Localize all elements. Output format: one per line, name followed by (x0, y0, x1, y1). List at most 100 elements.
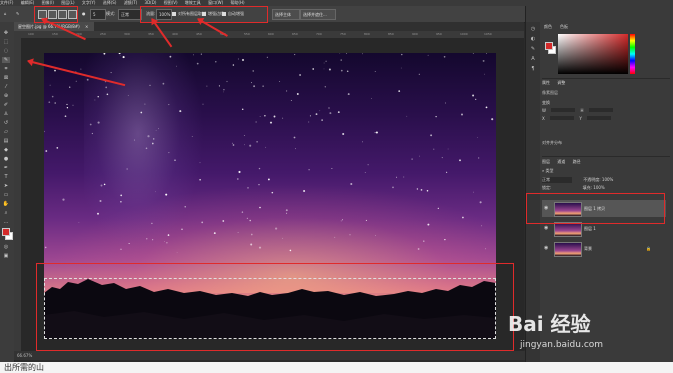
ruler-tick-label: 350 (148, 32, 154, 36)
menu-type[interactable]: 文字(Y) (82, 0, 96, 5)
mode-label: 模式: (106, 11, 116, 16)
frame-tool-icon[interactable]: ⊠ (2, 75, 10, 81)
ruler-tick-label: 600 (268, 32, 274, 36)
align-header[interactable]: 对齐并分布 (542, 140, 670, 146)
h-label: H (580, 108, 584, 113)
paragraph-panel-icon[interactable]: ¶ (529, 66, 537, 72)
character-panel-icon[interactable]: A (529, 56, 537, 62)
foreground-color-swatch[interactable] (2, 228, 10, 236)
screen-mode-icon[interactable]: ▣ (2, 253, 10, 259)
y-label: Y (579, 116, 582, 121)
path-select-tool-icon[interactable]: ➤ (2, 183, 10, 189)
x-field[interactable] (550, 116, 575, 120)
zoom-tool-icon[interactable]: ⌕ (2, 210, 10, 216)
color-picker-field[interactable] (558, 34, 628, 74)
dodge-tool-icon[interactable]: ● (2, 156, 10, 162)
layer-thumbnail (554, 222, 582, 237)
menu-layer[interactable]: 图层(L) (61, 0, 74, 5)
tab-layers[interactable]: 图层 (542, 159, 550, 164)
history-brush-icon[interactable]: ↺ (2, 120, 10, 126)
hand-tool-icon[interactable]: ✋ (2, 201, 10, 207)
menu-3d[interactable]: 3D(D) (145, 0, 157, 5)
ruler-tick-label: 100 (28, 32, 34, 36)
hue-slider[interactable] (630, 34, 635, 74)
mode-select[interactable]: 正常 (118, 9, 142, 20)
ruler-tick-label: 250 (100, 32, 106, 36)
ruler-tick-label: 850 (388, 32, 394, 36)
y-field[interactable] (587, 116, 612, 120)
tool-preset-icon[interactable]: ✎ (16, 9, 19, 19)
blur-tool-icon[interactable]: ◆ (2, 147, 10, 153)
quick-mask-icon[interactable]: ◎ (2, 244, 10, 250)
zoom-level[interactable]: 66.67% (17, 353, 32, 358)
brush-panel-icon[interactable]: ✎ (529, 46, 537, 52)
menu-window[interactable]: 窗口(W) (208, 0, 223, 5)
visibility-eye-icon[interactable]: ◉ (544, 240, 548, 257)
layer-opacity-value[interactable]: 100% (602, 177, 613, 182)
search-icon[interactable]: ⌕ (542, 168, 544, 173)
adjust-panel-icon[interactable]: ◐ (529, 36, 537, 42)
layer-row[interactable]: ◉ 背景 🔒 (542, 240, 666, 257)
tab-color[interactable]: 颜色 (544, 23, 552, 30)
gradient-tool-icon[interactable]: ▤ (2, 138, 10, 144)
divider (542, 156, 670, 157)
fill-value[interactable]: 100% (593, 185, 604, 190)
ruler-tick-label: 950 (436, 32, 442, 36)
tab-channels[interactable]: 通道 (557, 159, 565, 164)
stamp-tool-icon[interactable]: ♙ (2, 111, 10, 117)
menu-view[interactable]: 视图(V) (164, 0, 178, 5)
shape-tool-icon[interactable]: ▭ (2, 192, 10, 198)
menu-plugins[interactable]: 增效工具 (185, 0, 201, 5)
tab-adjustments[interactable]: 调整 (557, 80, 565, 85)
status-bar: 66.67% (14, 351, 527, 360)
select-mask-button[interactable]: 选择并遮住... (300, 9, 336, 20)
ruler-tick-label: 650 (292, 32, 298, 36)
blend-mode-select[interactable]: 正常 (542, 177, 572, 183)
menu-select[interactable]: 选择(S) (103, 0, 117, 5)
panel-fg-swatch[interactable] (545, 42, 553, 50)
tab-swatches[interactable]: 色板 (560, 23, 568, 30)
menu-image[interactable]: 图像(I) (42, 0, 54, 5)
ruler-tick-label: 750 (340, 32, 346, 36)
ruler-tick-label: 300 (124, 32, 130, 36)
select-subject-button[interactable]: 选择主体 (272, 9, 300, 20)
history-panel-icon[interactable]: ◷ (529, 26, 537, 32)
w-label: W (542, 108, 546, 113)
home-icon[interactable]: ⌂ (4, 9, 7, 19)
move-tool-icon[interactable]: ✥ (2, 30, 10, 36)
lasso-tool-icon[interactable]: ◌ (2, 48, 10, 54)
healing-tool-icon[interactable]: ⊕ (2, 93, 10, 99)
ruler-tick-label: 1000 (460, 32, 468, 36)
quick-selection-tool-icon[interactable]: ✎ (2, 57, 10, 63)
eraser-tool-icon[interactable]: ▱ (2, 129, 10, 135)
transform-header[interactable]: 变换 (542, 100, 670, 106)
size-input[interactable]: 5 (90, 9, 106, 20)
ruler-tick-label: 1050 (484, 32, 492, 36)
menu-file[interactable]: 文件(F) (0, 0, 13, 5)
more-tools-icon[interactable]: … (2, 219, 10, 225)
tools-panel: ✥ ⬚ ◌ ✎ ⌗ ⊠ ⁄ ⊕ ✐ ♙ ↺ ▱ ▤ ◆ ● ✒ T ➤ ▭ ✋ … (0, 22, 15, 362)
h-field[interactable] (588, 108, 613, 112)
layer-type-label: 像素图层 (542, 90, 558, 95)
menu-help[interactable]: 帮助(H) (230, 0, 244, 5)
lock-label: 锁定: (542, 185, 552, 190)
crop-tool-icon[interactable]: ⌗ (2, 66, 10, 72)
filter-kind-select[interactable]: 类型 (546, 168, 554, 173)
close-icon[interactable]: × (85, 24, 88, 29)
tab-paths[interactable]: 路径 (573, 159, 581, 164)
tab-properties[interactable]: 属性 (542, 80, 550, 85)
eyedropper-tool-icon[interactable]: ⁄ (2, 84, 10, 90)
type-tool-icon[interactable]: T (2, 174, 10, 180)
x-label: X (542, 116, 545, 121)
w-field[interactable] (551, 108, 576, 112)
brush-tool-icon[interactable]: ✐ (2, 102, 10, 108)
annotation-box-selection-area (36, 263, 514, 351)
document-tab-bar: 星空图片.jpg @ 66.7%(RGB/8#) × (14, 22, 524, 31)
menu-filter[interactable]: 滤镜(T) (124, 0, 138, 5)
divider (542, 78, 670, 79)
ruler-tick-label: 150 (52, 32, 58, 36)
size-brush-icon[interactable]: ● (82, 9, 86, 19)
menu-edit[interactable]: 编辑(E) (21, 0, 35, 5)
pen-tool-icon[interactable]: ✒ (2, 165, 10, 171)
marquee-tool-icon[interactable]: ⬚ (2, 39, 10, 45)
